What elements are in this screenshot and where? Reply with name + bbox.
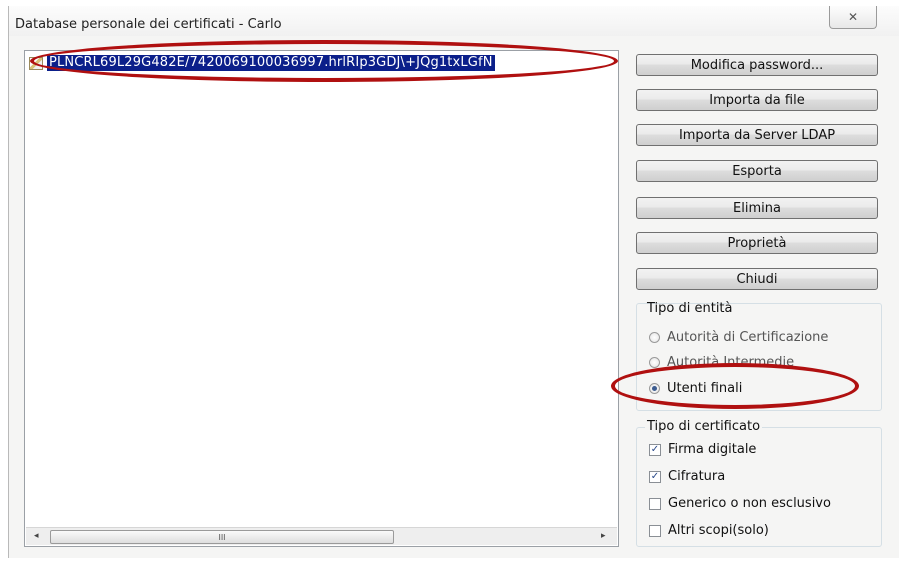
export-button[interactable]: Esporta [636,160,878,182]
title-bar: Database personale dei certificati - Car… [9,6,899,36]
radio-intermediate[interactable]: Autorità Intermedie [649,355,794,370]
import-file-button[interactable]: Importa da file [636,89,878,111]
checkbox-encryption[interactable]: ✓ Cifratura [649,469,725,484]
window-title: Database personale dei certificati - Car… [15,17,282,32]
certificate-type-group: Tipo di certificato ✓ Firma digitale ✓ C… [636,419,882,547]
scroll-right-icon[interactable]: ▸ [601,531,606,541]
checkbox-checked-icon: ✓ [649,443,661,456]
scroll-thumb[interactable]: III [50,530,394,544]
close-button[interactable]: Chiudi [636,268,878,290]
radio-button-icon [649,332,660,343]
radio-ca[interactable]: Autorità di Certificazione [649,330,828,345]
scroll-left-icon[interactable]: ◂ [34,531,39,541]
checkbox-generic[interactable]: Generico o non esclusivo [649,496,831,511]
properties-button[interactable]: Proprietà [636,232,878,254]
import-ldap-button[interactable]: Importa da Server LDAP [636,124,878,146]
checkbox-digital-signature-label: Firma digitale [668,442,757,457]
horizontal-scrollbar[interactable]: ◂ III ▸ [26,527,617,545]
delete-button[interactable]: Elimina [636,197,878,219]
checkbox-checked-icon: ✓ [649,470,661,483]
checkbox-icon [649,524,661,537]
checkbox-encryption-label: Cifratura [668,469,726,484]
entity-type-group: Tipo di entità Autorità di Certificazion… [636,301,882,411]
close-icon: ✕ [847,10,859,24]
certificate-icon [29,56,43,70]
radio-ca-label: Autorità di Certificazione [667,330,829,345]
certificate-list[interactable]: PLNCRL69L29G482E/7420069100036997.hrlRIp… [24,50,619,547]
radio-button-icon [649,357,660,368]
checkbox-digital-signature[interactable]: ✓ Firma digitale [649,442,756,457]
checkbox-other-purposes[interactable]: Altri scopi(solo) [649,523,769,538]
certificate-label: PLNCRL69L29G482E/7420069100036997.hrlRIp… [47,55,495,71]
grip-icon: III [218,532,226,542]
radio-intermediate-label: Autorità Intermedie [667,355,795,370]
change-password-button[interactable]: Modifica password... [636,54,878,76]
radio-end-users-label: Utenti finali [667,381,743,396]
entity-type-title: Tipo di entità [647,301,733,316]
checkbox-other-purposes-label: Altri scopi(solo) [668,523,769,538]
close-window-button[interactable]: ✕ [829,6,877,29]
checkbox-icon [649,497,661,510]
checkbox-generic-label: Generico o non esclusivo [668,496,831,511]
radio-selected-icon [649,383,660,394]
certificate-type-title: Tipo di certificato [645,419,763,434]
list-item[interactable]: PLNCRL69L29G482E/7420069100036997.hrlRIp… [29,55,616,71]
radio-end-users[interactable]: Utenti finali [649,381,742,396]
